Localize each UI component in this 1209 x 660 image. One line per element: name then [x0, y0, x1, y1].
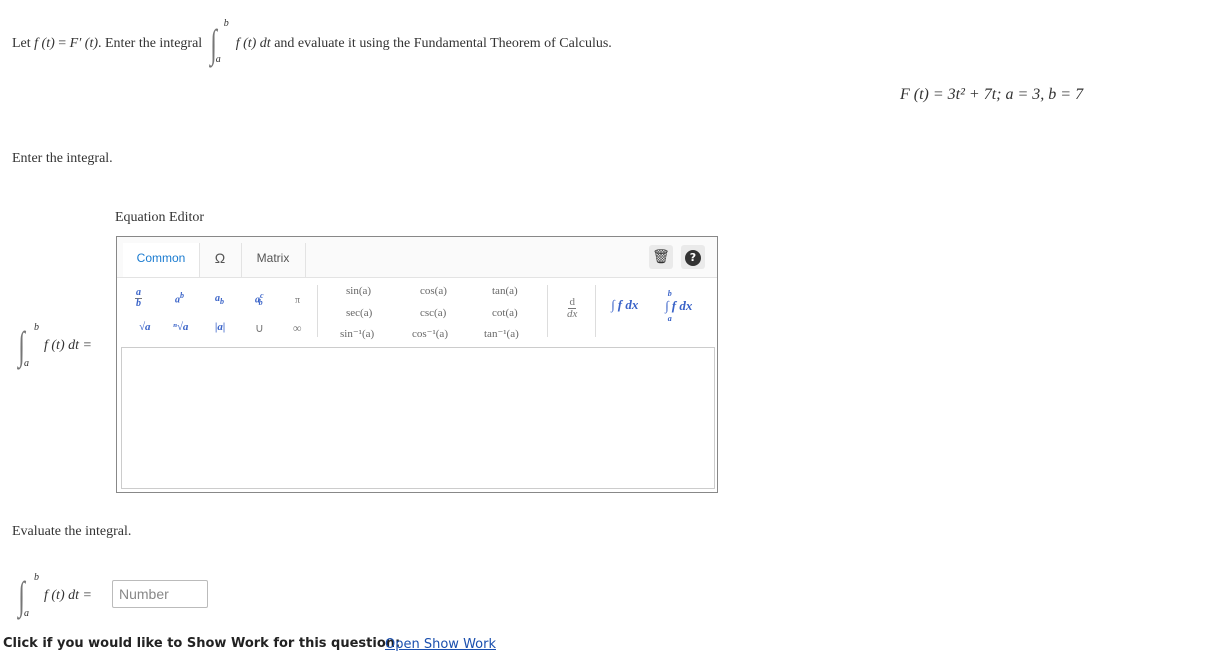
sec-button[interactable]: sec(a) — [346, 307, 372, 319]
question-let: Let — [12, 36, 31, 51]
question-integrand: f (t) dt — [235, 36, 271, 51]
question-f-of-t: f (t) — [34, 36, 55, 51]
evaluate-integral-prefix: ∫ b a f (t) dt = — [14, 572, 92, 620]
pi-button[interactable]: π — [295, 295, 300, 306]
enter-integral-label: Enter the integral. — [12, 151, 113, 166]
toolbar-separator — [595, 285, 596, 337]
number-answer-input[interactable] — [112, 580, 208, 608]
toolbar-separator — [317, 285, 318, 337]
integral-lower-limit: a — [215, 54, 221, 65]
integral-lower-limit: a — [24, 608, 29, 619]
integral-upper-limit: b — [34, 572, 39, 583]
show-work-prompt: Click if you would like to Show Work for… — [3, 636, 401, 651]
editor-toolbar: ab ab ab acb π √a ⁿ√a |a| ∪ ∞ sin(a) cos… — [117, 277, 717, 345]
indefinite-integral-button[interactable]: ∫ f dx — [611, 297, 638, 313]
answer-integrand: f (t) dt = — [44, 338, 92, 353]
integral-upper-limit: b — [223, 18, 229, 29]
tab-matrix[interactable]: Matrix — [241, 243, 306, 277]
definite-integral-button[interactable]: b ∫ f dx a — [665, 289, 692, 323]
equation-editor-title: Equation Editor — [115, 210, 205, 225]
question-equals: = — [54, 36, 70, 51]
integral-answer-input[interactable] — [121, 347, 715, 489]
help-icon[interactable]: ? — [681, 245, 705, 269]
tab-omega[interactable]: Ω — [199, 243, 242, 277]
supsub-button[interactable]: acb — [255, 291, 264, 307]
answer-integral-prefix: ∫ b a f (t) dt = — [14, 322, 92, 370]
equation-editor: Common Ω Matrix 🗑 ? ab ab ab acb π √a ⁿ√… — [116, 236, 718, 493]
acos-button[interactable]: cos⁻¹(a) — [412, 327, 448, 340]
csc-button[interactable]: csc(a) — [420, 307, 446, 319]
atan-button[interactable]: tan⁻¹(a) — [484, 327, 519, 340]
nthroot-button[interactable]: ⁿ√a — [173, 321, 188, 333]
answer-integral: ∫ b a — [14, 322, 40, 370]
infinity-button[interactable]: ∞ — [293, 321, 302, 336]
integral-upper-limit: b — [34, 322, 39, 333]
power-button[interactable]: ab — [175, 291, 184, 305]
evaluate-label: Evaluate the integral. — [12, 524, 132, 539]
given-function: F (t) = 3t² + 7t; a = 3, b = 7 — [900, 86, 1084, 103]
cos-button[interactable]: cos(a) — [420, 285, 447, 297]
question-F-prime: F′ (t) — [69, 36, 98, 51]
toolbar-separator — [547, 285, 548, 337]
sin-button[interactable]: sin(a) — [346, 285, 371, 297]
abs-button[interactable]: |a| — [215, 321, 225, 333]
fraction-button[interactable]: ab — [135, 287, 142, 309]
question-evaluate-text: and evaluate it using the Fundamental Th… — [274, 36, 612, 51]
asin-button[interactable]: sin⁻¹(a) — [340, 327, 374, 340]
trash-icon[interactable]: 🗑 — [649, 245, 673, 269]
cot-button[interactable]: cot(a) — [492, 307, 518, 319]
tan-button[interactable]: tan(a) — [492, 285, 518, 297]
question-integral: ∫ b a — [206, 18, 232, 65]
question-text: Let f (t) = F′ (t) . Enter the integral … — [12, 18, 612, 65]
sqrt-button[interactable]: √a — [139, 321, 151, 333]
derivative-button[interactable]: d dx — [567, 297, 577, 320]
evaluate-integral: ∫ b a — [14, 572, 40, 620]
subscript-button[interactable]: ab — [215, 293, 224, 306]
tab-common[interactable]: Common — [123, 243, 200, 277]
open-show-work-link[interactable]: Open Show Work — [385, 637, 496, 652]
editor-tabs: Common Ω Matrix 🗑 ? — [117, 237, 717, 278]
evaluate-integrand: f (t) dt = — [44, 588, 92, 603]
integral-lower-limit: a — [24, 358, 29, 369]
question-enter-text: . Enter the integral — [98, 36, 203, 51]
union-button[interactable]: ∪ — [255, 321, 264, 336]
